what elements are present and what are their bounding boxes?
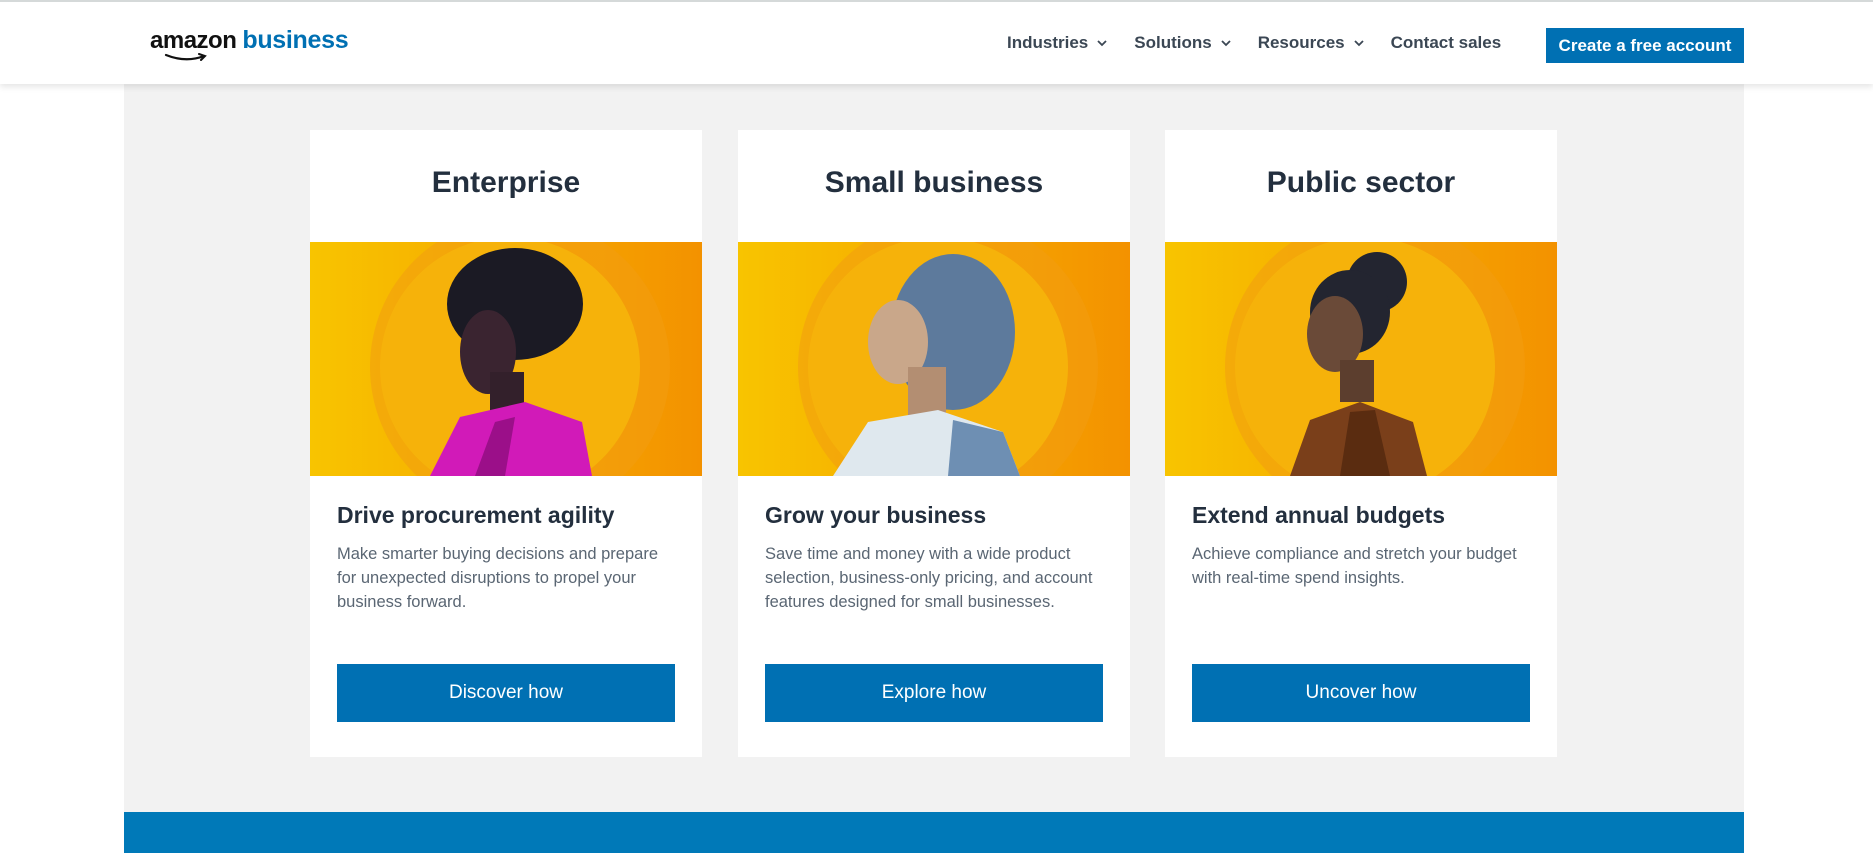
chevron-down-icon: [1221, 40, 1231, 47]
nav-solutions[interactable]: Solutions: [1134, 33, 1231, 53]
discover-how-button[interactable]: Discover how: [337, 664, 675, 722]
card-heading: Extend annual budgets: [1192, 502, 1446, 528]
card-heading: Grow your business: [765, 502, 987, 528]
nav-resources-label: Resources: [1257, 33, 1345, 52]
chevron-down-icon: [1097, 40, 1107, 47]
footer-banner: [124, 812, 1744, 853]
logo-amazon-text: amazon: [150, 27, 237, 54]
nav-solutions-label: Solutions: [1134, 33, 1212, 52]
card-title: Enterprise: [431, 166, 581, 199]
card-title: Small business: [824, 166, 1044, 199]
nav-contact-sales-label: Contact sales: [1390, 33, 1502, 52]
card-small-business: Small business Grow your business Save t…: [738, 130, 1130, 757]
logo-business-text: business: [242, 26, 349, 54]
nav-contact-sales[interactable]: Contact sales: [1391, 33, 1502, 53]
main-nav: Industries Solutions Resources Contact s…: [1007, 30, 1501, 56]
enterprise-portrait-image: [310, 242, 702, 476]
public-sector-portrait-image: [1165, 242, 1557, 476]
nav-resources[interactable]: Resources: [1258, 33, 1365, 53]
card-description: Achieve compliance and stretch your budg…: [1192, 545, 1517, 587]
top-header: amazon business Industries Solutions Res…: [0, 0, 1873, 84]
amazon-smile-icon: [164, 53, 207, 61]
card-title: Public sector: [1266, 166, 1456, 199]
amazon-business-logo[interactable]: amazon business: [150, 26, 349, 66]
card-enterprise: Enterprise Drive procurement agility Mak…: [310, 130, 702, 757]
nav-industries[interactable]: Industries: [1007, 33, 1108, 53]
uncover-how-button[interactable]: Uncover how: [1192, 664, 1530, 722]
explore-how-button[interactable]: Explore how: [765, 664, 1103, 722]
create-free-account-button[interactable]: Create a free account: [1546, 28, 1744, 63]
nav-industries-label: Industries: [1007, 33, 1089, 52]
card-description: Make smarter buying decisions and prepar…: [337, 545, 659, 611]
small-business-portrait-image: [738, 242, 1130, 476]
card-description: Save time and money with a wide product …: [765, 545, 1093, 611]
chevron-down-icon: [1354, 40, 1364, 47]
card-heading: Drive procurement agility: [337, 502, 615, 528]
card-public-sector: Public sector Extend annual budgets Achi…: [1165, 130, 1557, 757]
